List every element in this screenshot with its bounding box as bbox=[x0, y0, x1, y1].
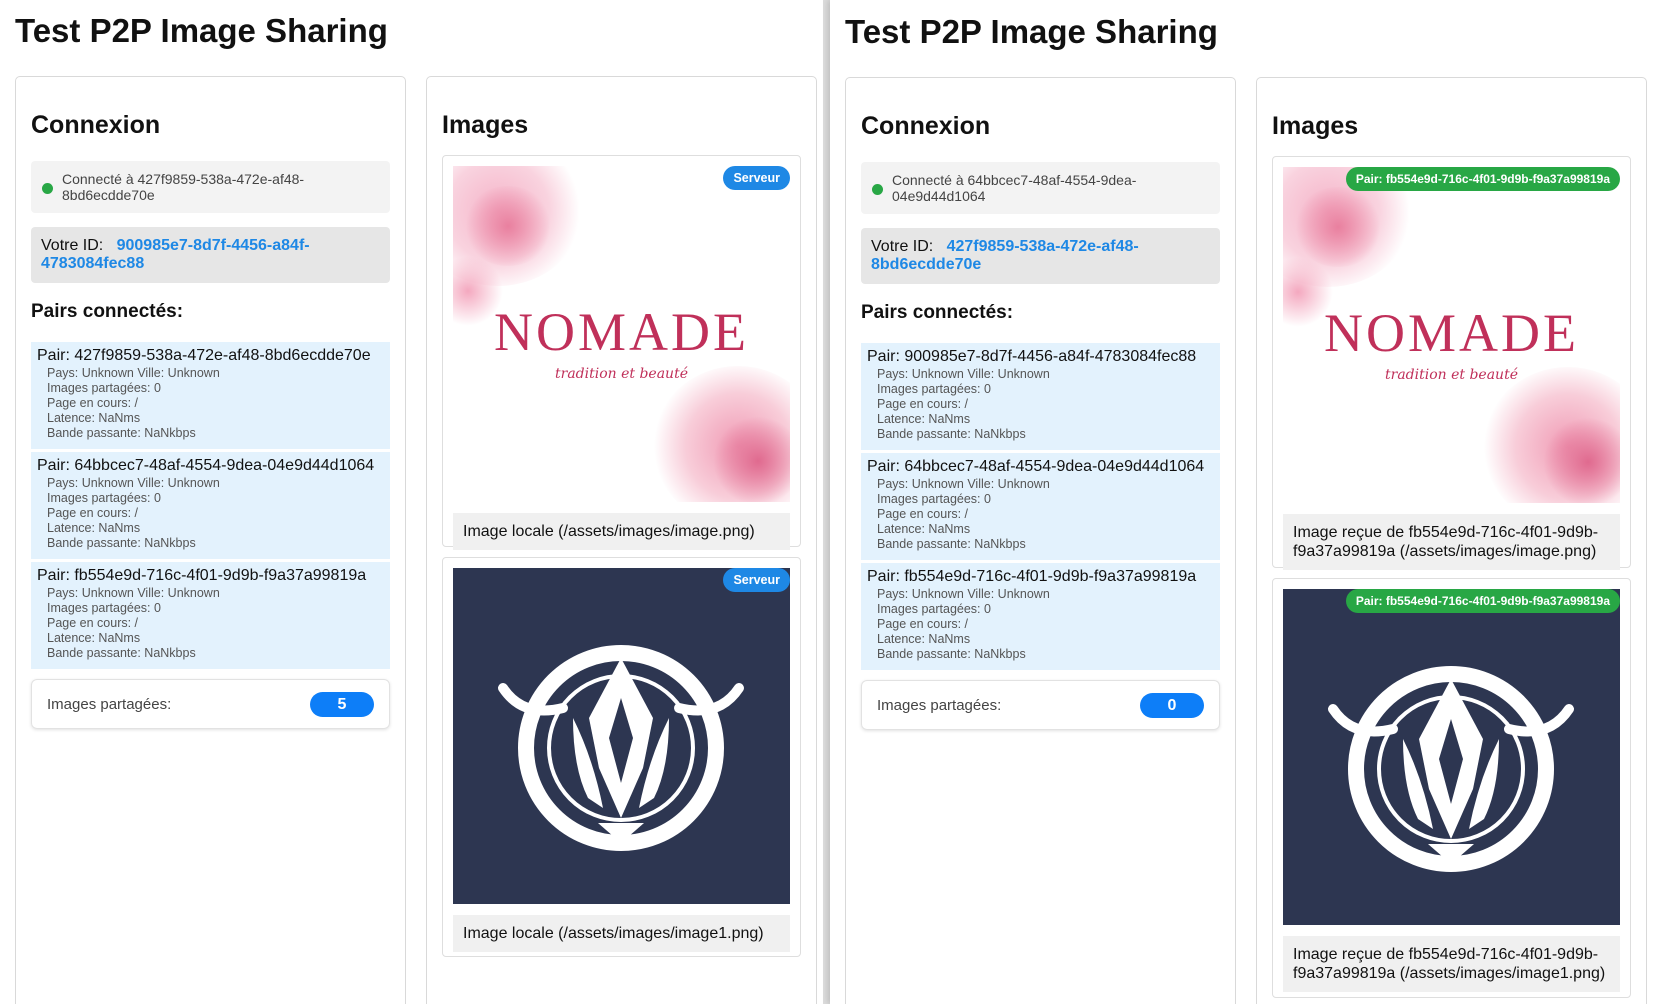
images-panel: Images NOMADE tradition et beauté Serveu… bbox=[426, 76, 817, 1004]
peer-location: Pays: Unknown Ville: Unknown bbox=[47, 586, 220, 600]
peer-item: Pair: fb554e9d-716c-4f01-9d9b-f9a37a9981… bbox=[861, 563, 1220, 670]
nomade-logo-image[interactable]: NOMADE tradition et beauté bbox=[1283, 167, 1620, 503]
peer-item: Pair: 427f9859-538a-472e-af48-8bd6ecdde7… bbox=[31, 342, 390, 449]
connection-panel: Connexion Connecté à 64bbcec7-48af-4554-… bbox=[845, 77, 1236, 1004]
right-browser-window: Test P2P Image Sharing Connexion Connect… bbox=[830, 0, 1666, 1004]
counter-label: Images partagées: bbox=[877, 697, 1002, 714]
peer-title: Pair: 427f9859-538a-472e-af48-8bd6ecdde7… bbox=[37, 347, 371, 364]
counter-badge: 0 bbox=[1140, 693, 1204, 718]
peer-shared: Images partagées: 0 bbox=[47, 491, 161, 505]
counter-badge: 5 bbox=[310, 692, 374, 717]
page-title: Test P2P Image Sharing bbox=[845, 13, 1218, 50]
peer-item: Pair: 64bbcec7-48af-4554-9dea-04e9d44d10… bbox=[861, 453, 1220, 560]
logo-text: NOMADE bbox=[494, 302, 749, 362]
peer-shared: Images partagées: 0 bbox=[877, 382, 991, 396]
source-badge: Pair: fb554e9d-716c-4f01-9d9b-f9a37a9981… bbox=[1345, 589, 1620, 613]
peer-page: Page en cours: / bbox=[877, 397, 969, 411]
connection-status: Connecté à 64bbcec7-48af-4554-9dea-04e9d… bbox=[861, 162, 1220, 214]
image-card: Pair: fb554e9d-716c-4f01-9d9b-f9a37a9981… bbox=[1272, 578, 1631, 998]
peer-location: Pays: Unknown Ville: Unknown bbox=[47, 476, 220, 490]
emblem-image[interactable] bbox=[453, 568, 790, 904]
peer-latency: Latence: NaNms bbox=[877, 522, 971, 536]
peer-item: Pair: 900985e7-8d7f-4456-a84f-4783084fec… bbox=[861, 343, 1220, 450]
peer-latency: Latence: NaNms bbox=[877, 632, 971, 646]
peer-item: Pair: fb554e9d-716c-4f01-9d9b-f9a37a9981… bbox=[31, 562, 390, 669]
peer-page: Page en cours: / bbox=[47, 396, 139, 410]
peer-page: Page en cours: / bbox=[47, 616, 139, 630]
emblem-logo-icon bbox=[1328, 666, 1574, 872]
peer-page: Page en cours: / bbox=[47, 506, 139, 520]
source-badge: Serveur bbox=[723, 568, 790, 592]
image-card: Serveur Image locale (/assets/images/ima… bbox=[442, 557, 801, 957]
peers-list: Pair: 900985e7-8d7f-4456-a84f-4783084fec… bbox=[861, 343, 1220, 673]
image-caption: Image locale (/assets/images/image.png) bbox=[453, 513, 790, 550]
image-caption: Image reçue de fb554e9d-716c-4f01-9d9b-f… bbox=[1283, 936, 1620, 992]
nomade-logo-image[interactable]: NOMADE tradition et beauté bbox=[453, 166, 790, 502]
logo-subtitle: tradition et beauté bbox=[1385, 367, 1518, 383]
logo-subtitle: tradition et beauté bbox=[555, 366, 688, 382]
connection-status: Connecté à 427f9859-538a-472e-af48-8bd6e… bbox=[31, 161, 390, 213]
peers-heading: Pairs connectés: bbox=[31, 301, 184, 322]
peer-page: Page en cours: / bbox=[877, 617, 969, 631]
peer-bandwidth: Bande passante: NaNkbps bbox=[877, 537, 1026, 551]
image-caption: Image locale (/assets/images/image1.png) bbox=[453, 915, 790, 952]
logo-text: NOMADE bbox=[1324, 303, 1579, 363]
page-title: Test P2P Image Sharing bbox=[15, 12, 388, 49]
peers-list: Pair: 427f9859-538a-472e-af48-8bd6ecdde7… bbox=[31, 342, 390, 672]
peers-heading: Pairs connectés: bbox=[861, 302, 1014, 323]
peer-latency: Latence: NaNms bbox=[877, 412, 971, 426]
peer-bandwidth: Bande passante: NaNkbps bbox=[47, 426, 196, 440]
my-id-label: Votre ID: bbox=[41, 237, 104, 254]
images-heading: Images bbox=[442, 111, 529, 139]
peer-location: Pays: Unknown Ville: Unknown bbox=[47, 366, 220, 380]
status-online-icon bbox=[42, 183, 53, 194]
my-id-box: Votre ID: 900985e7-8d7f-4456-a84f-478308… bbox=[31, 227, 390, 283]
source-badge: Serveur bbox=[723, 166, 790, 190]
peer-latency: Latence: NaNms bbox=[47, 521, 141, 535]
connection-heading: Connexion bbox=[31, 111, 161, 139]
peer-title: Pair: 64bbcec7-48af-4554-9dea-04e9d44d10… bbox=[37, 457, 375, 474]
status-text: Connecté à 64bbcec7-48af-4554-9dea-04e9d… bbox=[892, 172, 1137, 204]
window-divider bbox=[823, 0, 830, 1004]
peer-title: Pair: 900985e7-8d7f-4456-a84f-4783084fec… bbox=[867, 348, 1197, 365]
my-id-label: Votre ID: bbox=[871, 238, 934, 255]
image-card: NOMADE tradition et beauté Pair: fb554e9… bbox=[1272, 156, 1631, 570]
peer-bandwidth: Bande passante: NaNkbps bbox=[47, 646, 196, 660]
connection-heading: Connexion bbox=[861, 112, 991, 140]
peer-location: Pays: Unknown Ville: Unknown bbox=[877, 477, 1050, 491]
my-id-box: Votre ID: 427f9859-538a-472e-af48-8bd6ec… bbox=[861, 228, 1220, 284]
peer-location: Pays: Unknown Ville: Unknown bbox=[877, 587, 1050, 601]
peer-latency: Latence: NaNms bbox=[47, 411, 141, 425]
status-online-icon bbox=[872, 184, 883, 195]
peer-location: Pays: Unknown Ville: Unknown bbox=[877, 367, 1050, 381]
peer-page: Page en cours: / bbox=[877, 507, 969, 521]
image-card: NOMADE tradition et beauté Serveur Image… bbox=[442, 155, 801, 550]
connection-panel: Connexion Connecté à 427f9859-538a-472e-… bbox=[15, 76, 406, 1004]
image-caption: Image reçue de fb554e9d-716c-4f01-9d9b-f… bbox=[1283, 514, 1620, 570]
peer-bandwidth: Bande passante: NaNkbps bbox=[877, 427, 1026, 441]
peer-bandwidth: Bande passante: NaNkbps bbox=[47, 536, 196, 550]
shared-images-counter: Images partagées: 5 bbox=[31, 679, 390, 729]
shared-images-counter: Images partagées: 0 bbox=[861, 680, 1220, 730]
peer-shared: Images partagées: 0 bbox=[47, 601, 161, 615]
left-browser-window: Test P2P Image Sharing Connexion Connect… bbox=[0, 0, 823, 1004]
peer-title: Pair: 64bbcec7-48af-4554-9dea-04e9d44d10… bbox=[867, 458, 1205, 475]
peer-shared: Images partagées: 0 bbox=[877, 492, 991, 506]
images-heading: Images bbox=[1272, 112, 1359, 140]
peer-latency: Latence: NaNms bbox=[47, 631, 141, 645]
emblem-logo-icon bbox=[498, 645, 744, 851]
peer-bandwidth: Bande passante: NaNkbps bbox=[877, 647, 1026, 661]
peer-title: Pair: fb554e9d-716c-4f01-9d9b-f9a37a9981… bbox=[867, 568, 1197, 585]
peer-item: Pair: 64bbcec7-48af-4554-9dea-04e9d44d10… bbox=[31, 452, 390, 559]
emblem-image[interactable] bbox=[1283, 589, 1620, 925]
peer-shared: Images partagées: 0 bbox=[47, 381, 161, 395]
peer-shared: Images partagées: 0 bbox=[877, 602, 991, 616]
status-text: Connecté à 427f9859-538a-472e-af48-8bd6e… bbox=[62, 171, 305, 203]
counter-label: Images partagées: bbox=[47, 696, 172, 713]
source-badge: Pair: fb554e9d-716c-4f01-9d9b-f9a37a9981… bbox=[1345, 167, 1620, 191]
peer-title: Pair: fb554e9d-716c-4f01-9d9b-f9a37a9981… bbox=[37, 567, 367, 584]
images-panel: Images NOMADE tradition et beauté Pair: … bbox=[1256, 77, 1647, 1004]
